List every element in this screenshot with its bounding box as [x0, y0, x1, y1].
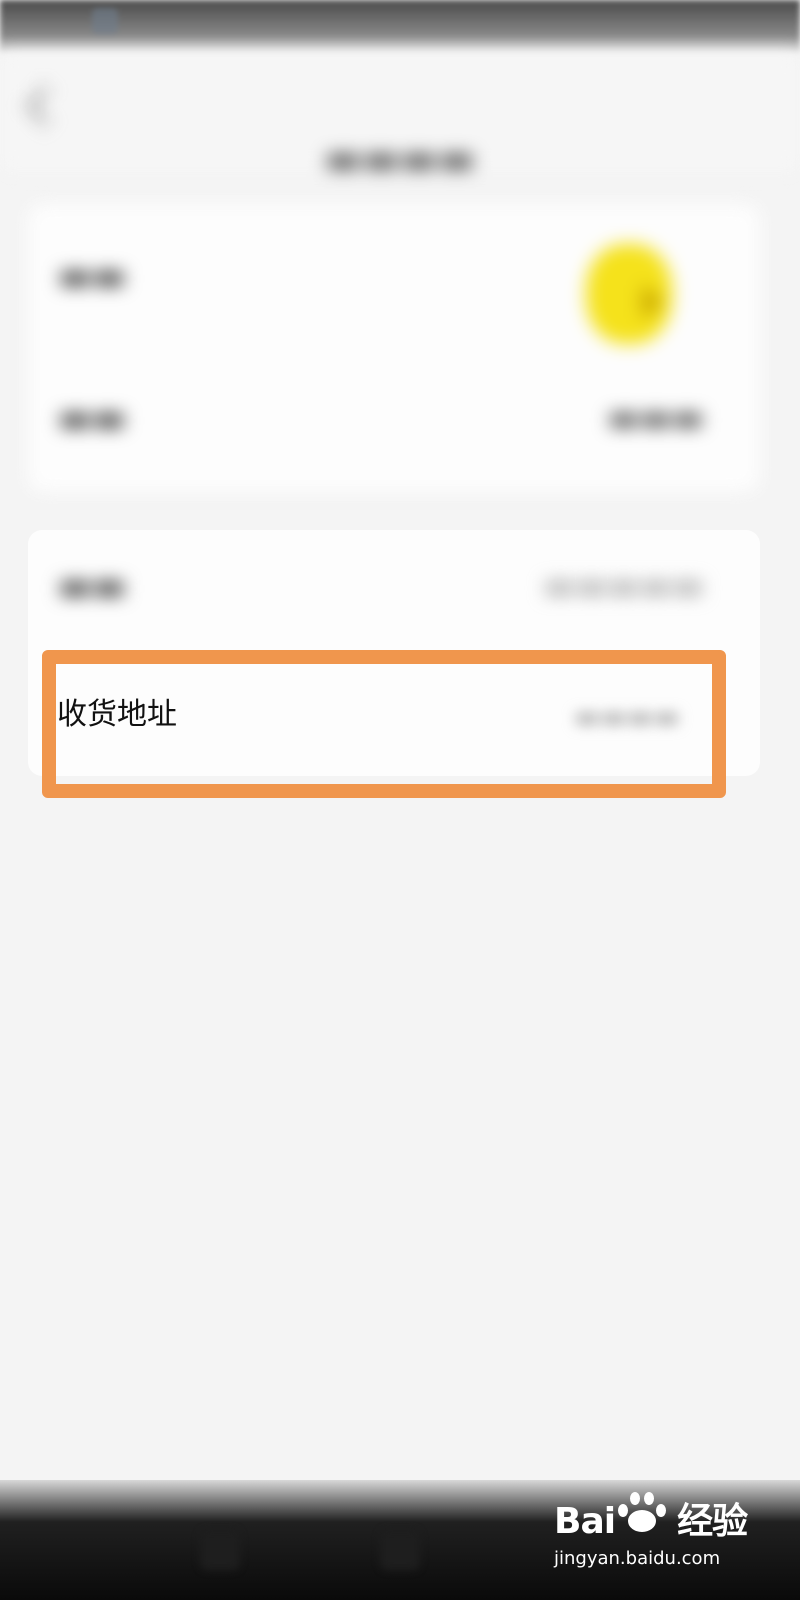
status-bar [0, 0, 800, 52]
home-button-icon[interactable] [380, 1530, 420, 1570]
nickname-row-label: ▬▬ [58, 398, 127, 439]
avatar-row[interactable]: ▬▬ [28, 204, 760, 354]
baidu-jingyan-watermark: Bai 经验 jingyan.baidu.com [554, 1486, 754, 1582]
paw-icon [612, 1486, 672, 1534]
page-title: ▬▬▬▬ [324, 136, 476, 182]
watermark-url: jingyan.baidu.com [554, 1548, 721, 1569]
phone-row-label: ▬▬ [58, 566, 127, 607]
nickname-row-value: ▬▬▬ [607, 398, 704, 438]
phone-row-value: ▬▬▬▬▬ [543, 566, 704, 606]
watermark-logo-text-2: 经验 [677, 1501, 748, 1542]
menu-button-icon[interactable] [200, 1530, 240, 1570]
nickname-row[interactable]: ▬▬ ▬▬▬ [28, 354, 760, 492]
avatar-row-label: ▬▬ [58, 256, 127, 297]
phone-row[interactable]: ▬▬ ▬▬▬▬▬ [28, 530, 760, 640]
profile-card: ▬▬ ▬▬ ▬▬▬ [28, 204, 760, 492]
status-icon [92, 8, 118, 34]
watermark-logo-text: Bai [554, 1501, 616, 1542]
highlight-box [42, 650, 726, 798]
chevron-right-icon [642, 284, 664, 320]
nav-bar: ▬▬▬▬ [0, 52, 800, 182]
